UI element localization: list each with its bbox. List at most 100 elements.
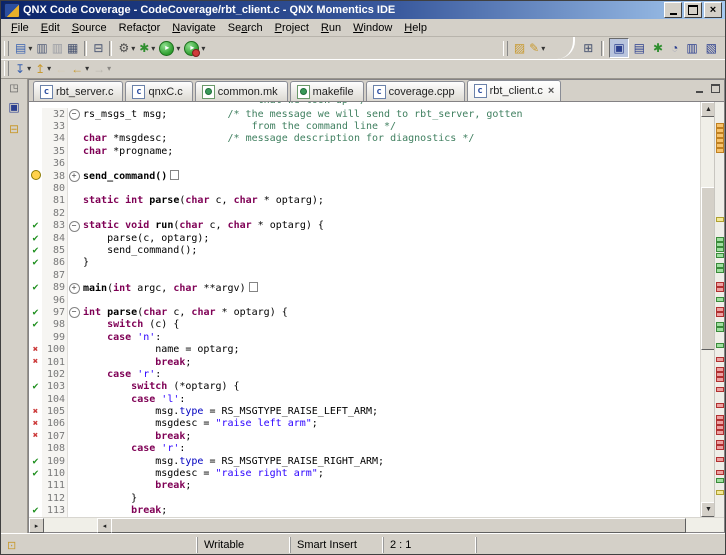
- menu-help[interactable]: Help: [398, 21, 433, 35]
- line-number[interactable]: 111: [42, 480, 68, 492]
- code-line-35[interactable]: 35char *progname;: [29, 145, 700, 157]
- coverage-pass-icon[interactable]: ✔: [29, 456, 42, 467]
- code-line-82[interactable]: 82: [29, 207, 700, 219]
- menu-run[interactable]: Run: [315, 21, 347, 35]
- code-line-83[interactable]: ✔83−static void run(char c, char * optar…: [29, 220, 700, 232]
- menu-refactor[interactable]: Refactor: [113, 21, 167, 35]
- code-line-109[interactable]: ✔109 msg.type = RS_MSGTYPE_RAISE_RIGHT_A…: [29, 455, 700, 467]
- code-line-86[interactable]: ✔86}: [29, 257, 700, 269]
- code-line-38[interactable]: 38+send_command(): [29, 170, 700, 182]
- overview-mark-red[interactable]: [716, 457, 724, 462]
- collapsed-region-icon[interactable]: [249, 282, 258, 292]
- line-number[interactable]: 113: [42, 505, 68, 517]
- overview-mark-red[interactable]: [716, 387, 724, 392]
- run-button[interactable]: ▸▾: [157, 39, 182, 57]
- open-element-button[interactable]: ▨: [512, 39, 527, 57]
- horizontal-scroll-thumb[interactable]: [111, 518, 686, 533]
- scroll-left-arrow-icon[interactable]: ◂: [97, 518, 112, 533]
- launch-config-view-button[interactable]: ⊟: [5, 120, 23, 138]
- line-number[interactable]: 36: [42, 158, 68, 170]
- coverage-pass-icon[interactable]: ✔: [29, 245, 42, 256]
- coverage-fail-icon[interactable]: ✖: [29, 345, 42, 355]
- overview-mark-green[interactable]: [716, 343, 724, 348]
- line-number[interactable]: 112: [42, 492, 68, 504]
- overview-mark-yellow[interactable]: [716, 490, 724, 495]
- overview-mark-green[interactable]: [716, 253, 724, 258]
- new-wizard-button[interactable]: ▤▾: [13, 39, 34, 57]
- line-number[interactable]: 103: [42, 381, 68, 393]
- tab-coverage.cpp[interactable]: ccoverage.cpp: [366, 81, 465, 101]
- dropdown-arrow-icon[interactable]: ▾: [151, 44, 155, 53]
- coverage-pass-icon[interactable]: ✔: [29, 319, 42, 330]
- line-number[interactable]: 38: [42, 170, 68, 182]
- coverage-pass-icon[interactable]: ✔: [29, 468, 42, 479]
- overview-mark-red[interactable]: [716, 445, 724, 450]
- menu-project[interactable]: Project: [269, 21, 315, 35]
- code-line-81[interactable]: 81static int parse(char c, char * optarg…: [29, 195, 700, 207]
- code-line-108[interactable]: 108 case 'r':: [29, 443, 700, 455]
- overview-mark-red[interactable]: [716, 287, 724, 292]
- overview-mark-green[interactable]: [716, 297, 724, 302]
- overview-mark-red[interactable]: [716, 430, 724, 435]
- tab-qnxC.c[interactable]: cqnxC.c: [125, 81, 192, 101]
- source-code[interactable]: that we look up */ 32−rs_msgs_t msg; /* …: [29, 102, 700, 517]
- code-line-89[interactable]: ✔89+main(int argc, char **argv): [29, 281, 700, 293]
- line-number[interactable]: 81: [42, 195, 68, 207]
- previous-annotation-button[interactable]: ↥▾: [33, 60, 53, 78]
- coverage-fail-icon[interactable]: ✖: [29, 419, 42, 429]
- coverage-launch-button[interactable]: ✱▾: [137, 39, 157, 57]
- overview-mark-red[interactable]: [716, 403, 724, 408]
- scroll-right-arrow-icon[interactable]: ▸: [29, 518, 44, 533]
- code-line-36[interactable]: 36: [29, 158, 700, 170]
- tab-rbt_server.c[interactable]: crbt_server.c: [33, 81, 123, 101]
- code-line-33[interactable]: 33 from the command line */: [29, 120, 700, 132]
- code-line-32[interactable]: 32−rs_msgs_t msg; /* the message we will…: [29, 108, 700, 120]
- line-number[interactable]: 82: [42, 207, 68, 219]
- code-line-84[interactable]: ✔84 parse(c, optarg);: [29, 232, 700, 244]
- fastview-restore-button[interactable]: ◳: [5, 82, 23, 94]
- menu-window[interactable]: Window: [347, 21, 398, 35]
- fold-collapse-icon[interactable]: −: [68, 108, 80, 120]
- debug-button[interactable]: ⚙▾: [116, 39, 137, 57]
- line-number[interactable]: 108: [42, 443, 68, 455]
- code-line-98[interactable]: ✔98 switch (c) {: [29, 319, 700, 331]
- line-number[interactable]: 80: [42, 182, 68, 194]
- code-line-113[interactable]: ✔113 break;: [29, 505, 700, 517]
- dropdown-arrow-icon[interactable]: ▾: [47, 64, 51, 73]
- line-number[interactable]: 35: [42, 145, 68, 157]
- tab-common.mk[interactable]: common.mk: [195, 81, 288, 101]
- line-number[interactable]: 83: [42, 220, 68, 232]
- coverage-fail-icon[interactable]: ✖: [29, 407, 42, 417]
- code-line-100[interactable]: ✖100 name = optarg;: [29, 343, 700, 355]
- build-button[interactable]: ⊟: [91, 39, 105, 57]
- overview-mark-red[interactable]: [716, 312, 724, 317]
- overview-mark-red[interactable]: [716, 470, 724, 475]
- coverage-pass-icon[interactable]: ✔: [29, 220, 42, 231]
- code-line-111[interactable]: 111 break;: [29, 480, 700, 492]
- coverage-pass-icon[interactable]: ✔: [29, 505, 42, 516]
- coverage-fail-icon[interactable]: ✖: [29, 431, 42, 441]
- code-line-85[interactable]: ✔85 send_command();: [29, 244, 700, 256]
- coverage-sessions-view-button[interactable]: ▣: [5, 98, 23, 116]
- overview-mark-red[interactable]: [716, 377, 724, 382]
- code-line-101[interactable]: ✖101 break;: [29, 356, 700, 368]
- line-number[interactable]: 98: [42, 319, 68, 331]
- system-profiler-perspective-button[interactable]: ◔: [668, 39, 681, 57]
- code-coverage-perspective-button[interactable]: ▣: [609, 38, 628, 58]
- overview-mark-green[interactable]: [716, 327, 724, 332]
- back-history-button[interactable]: ←: [53, 60, 69, 78]
- overview-mark-orange[interactable]: [716, 148, 724, 153]
- line-number[interactable]: 87: [42, 269, 68, 281]
- code-line-102[interactable]: 102 case 'r':: [29, 368, 700, 380]
- dropdown-arrow-icon[interactable]: ▾: [85, 64, 89, 73]
- dropdown-arrow-icon[interactable]: ▾: [107, 64, 111, 73]
- code-line-87[interactable]: 87: [29, 269, 700, 281]
- coverage-pass-icon[interactable]: ✔: [29, 307, 42, 318]
- line-number[interactable]: 100: [42, 343, 68, 355]
- minimize-button[interactable]: [664, 2, 682, 18]
- code-line-96[interactable]: 96: [29, 294, 700, 306]
- code-line-80[interactable]: 80: [29, 182, 700, 194]
- code-line-105[interactable]: ✖105 msg.type = RS_MSGTYPE_RAISE_LEFT_AR…: [29, 405, 700, 417]
- line-number[interactable]: 104: [42, 393, 68, 405]
- profile-button[interactable]: ▸▾: [182, 39, 207, 57]
